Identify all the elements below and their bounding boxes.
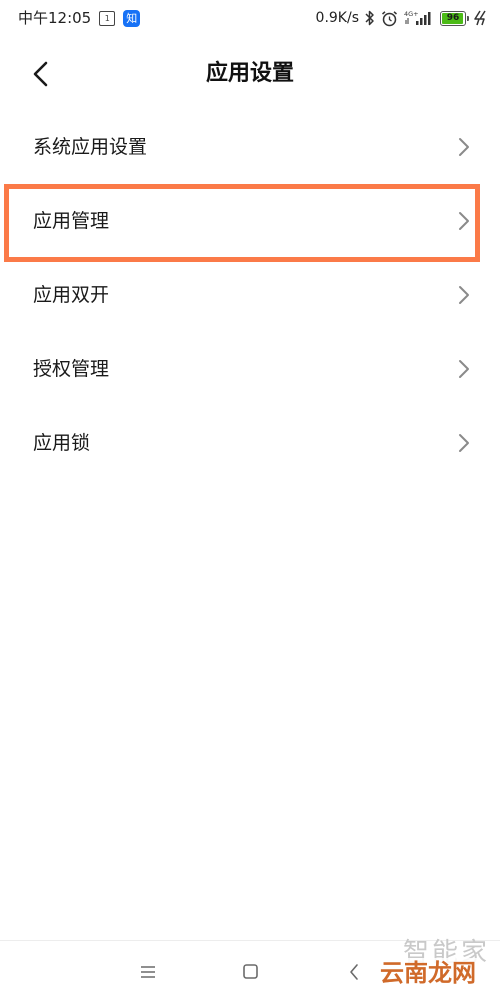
charging-icon xyxy=(474,10,486,26)
calendar-icon: 1 xyxy=(99,10,116,26)
nav-menu-button[interactable] xyxy=(136,961,160,983)
zhihu-app-icon: 知 xyxy=(123,9,141,27)
settings-list: 系统应用设置 应用管理 应用双开 授权管理 应用锁 xyxy=(0,110,500,480)
list-item-label: 授权管理 xyxy=(33,358,110,380)
battery-level: 96 xyxy=(446,12,460,23)
nav-back-button[interactable] xyxy=(343,961,367,983)
network-type-text: 4G+ xyxy=(404,10,419,18)
menu-icon xyxy=(141,966,155,978)
network-speed: 0.9K/s xyxy=(315,10,359,26)
chevron-right-icon xyxy=(459,360,469,378)
battery-tip xyxy=(467,15,469,21)
page-title: 应用设置 xyxy=(205,61,294,86)
home-icon xyxy=(243,964,258,979)
list-item-label: 系统应用设置 xyxy=(33,136,148,158)
status-right: 0.9K/s 4G+ 96 xyxy=(316,8,488,28)
list-item-label: 应用双开 xyxy=(33,284,110,306)
nav-home-button[interactable] xyxy=(239,961,263,983)
watermark-logo-text: 云南龙网 xyxy=(378,958,478,988)
alarm-icon xyxy=(382,10,397,26)
chevron-right-icon xyxy=(459,434,469,452)
bluetooth-icon xyxy=(365,10,374,26)
list-item-dual-apps[interactable]: 应用双开 xyxy=(0,258,500,332)
list-item-app-management[interactable]: 应用管理 xyxy=(0,184,500,258)
list-item-label: 应用管理 xyxy=(33,210,110,232)
list-item-permissions[interactable]: 授权管理 xyxy=(0,332,500,406)
list-item-label: 应用锁 xyxy=(33,432,91,454)
back-icon xyxy=(350,964,358,980)
chevron-right-icon xyxy=(459,286,469,304)
status-left: 中午12:05 1 知 xyxy=(18,8,141,28)
header: 应用设置 xyxy=(0,48,500,100)
list-item-app-lock[interactable]: 应用锁 xyxy=(0,406,500,480)
list-item-system-app-settings[interactable]: 系统应用设置 xyxy=(0,110,500,184)
status-time: 中午12:05 xyxy=(18,9,92,27)
status-bar: 中午12:05 1 知 0.9K/s 4G+ 96 xyxy=(0,0,500,36)
chevron-right-icon xyxy=(459,212,469,230)
chevron-right-icon xyxy=(459,138,469,156)
battery-icon: 96 xyxy=(440,10,469,26)
signal-icon: 4G+ xyxy=(404,10,431,25)
